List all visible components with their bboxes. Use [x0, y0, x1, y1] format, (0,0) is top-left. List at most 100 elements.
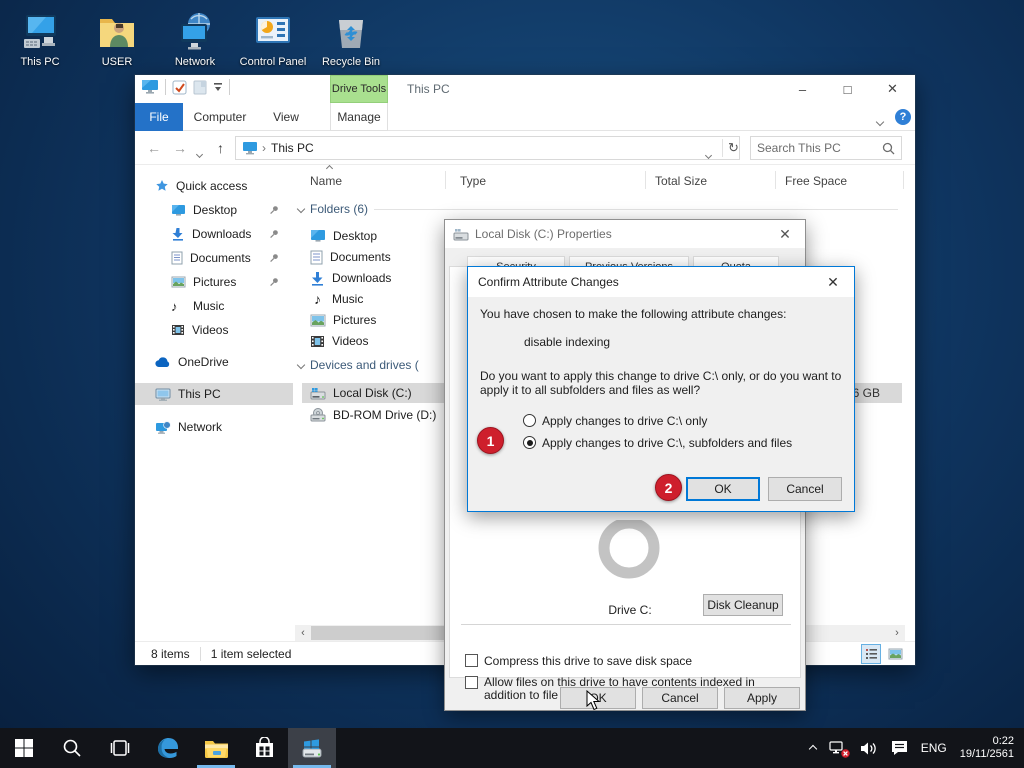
back-icon[interactable]: ←: [147, 140, 161, 156]
properties-apply-button[interactable]: Apply: [724, 687, 800, 709]
properties-dialog-title: Local Disk (C:) Properties: [475, 227, 612, 241]
qat-newfolder-icon[interactable]: [193, 80, 207, 95]
help-icon[interactable]: ?: [895, 109, 911, 125]
taskbar-clock[interactable]: 0:22 19/11/2561: [960, 735, 1014, 761]
confirm-cancel-button[interactable]: Cancel: [768, 477, 842, 501]
start-button[interactable]: [0, 728, 48, 768]
sidebar-item-this-pc[interactable]: This PC: [135, 383, 293, 405]
sidebar-item-quick-access[interactable]: Quick access: [135, 175, 293, 197]
column-header-name[interactable]: Name: [310, 167, 440, 191]
qat-customize-dropdown-icon[interactable]: [213, 82, 223, 92]
radio-drive-only-label[interactable]: Apply changes to drive C:\ only: [542, 414, 707, 428]
index-checkbox[interactable]: [465, 676, 478, 689]
scrollbar-thumb[interactable]: [311, 626, 461, 640]
expand-ribbon-icon[interactable]: [877, 114, 883, 128]
refresh-icon[interactable]: ↻: [728, 140, 739, 156]
desktop-icon-this-pc[interactable]: This PC: [3, 8, 77, 68]
file-item-videos[interactable]: Videos: [310, 331, 368, 351]
file-item-documents[interactable]: Documents: [310, 247, 391, 267]
column-header-free-space[interactable]: Free Space: [785, 167, 895, 191]
file-item-desktop[interactable]: Desktop: [310, 226, 377, 246]
tab-manage[interactable]: Manage: [330, 103, 388, 131]
drive-tools-contextual-tab[interactable]: Drive Tools: [330, 75, 388, 103]
sidebar-item-label: Network: [178, 420, 222, 434]
sidebar-item-label: OneDrive: [178, 355, 229, 369]
divider: [461, 624, 791, 625]
forward-icon[interactable]: →: [173, 140, 187, 156]
qat-properties-icon[interactable]: [172, 80, 187, 95]
details-view-button[interactable]: [861, 644, 881, 664]
store-icon[interactable]: [240, 728, 288, 768]
volume-icon[interactable]: [860, 741, 878, 756]
file-item-pictures[interactable]: Pictures: [310, 310, 376, 330]
tab-view[interactable]: View: [257, 103, 315, 131]
confirm-dialog-title: Confirm Attribute Changes: [478, 275, 619, 289]
pictures-icon: [310, 314, 326, 327]
network-globe-icon: [158, 8, 232, 54]
language-indicator[interactable]: ENG: [921, 741, 947, 755]
sidebar-item-desktop[interactable]: Desktop: [135, 199, 293, 221]
videos-icon: [171, 324, 185, 336]
radio-subfolders-label[interactable]: Apply changes to drive C:\, subfolders a…: [542, 436, 792, 450]
taskbar-drive-properties-icon[interactable]: [288, 728, 336, 768]
desktop-icon-user-folder[interactable]: USER: [80, 8, 154, 68]
confirm-ok-button[interactable]: OK: [686, 477, 760, 501]
properties-cancel-button[interactable]: Cancel: [642, 687, 718, 709]
column-header-type[interactable]: Type: [460, 167, 580, 191]
task-view-button[interactable]: [96, 728, 144, 768]
radio-subfolders[interactable]: [523, 436, 536, 449]
file-item-music[interactable]: ♪ Music: [310, 289, 363, 309]
desktop-icon-recycle-bin[interactable]: Recycle Bin: [314, 8, 388, 68]
minimize-button[interactable]: –: [780, 75, 825, 103]
disk-cleanup-button[interactable]: Disk Cleanup: [703, 594, 783, 616]
action-center-icon[interactable]: [891, 740, 908, 756]
sidebar-item-onedrive[interactable]: OneDrive: [135, 351, 293, 373]
documents-icon: [310, 250, 323, 265]
collapse-group-icon[interactable]: [297, 205, 305, 213]
tab-computer[interactable]: Computer: [183, 103, 257, 131]
sidebar-item-label: Videos: [192, 323, 228, 337]
tab-file[interactable]: File: [135, 103, 183, 131]
network-status-icon[interactable]: [829, 741, 847, 756]
sidebar-item-label: This PC: [178, 387, 221, 401]
collapse-group-icon[interactable]: [297, 361, 305, 369]
properties-dialog-titlebar: Local Disk (C:) Properties: [445, 220, 805, 248]
hidden-icons-chevron-icon[interactable]: [810, 741, 816, 755]
group-header-folders[interactable]: Folders (6): [298, 202, 898, 216]
pictures-icon: [171, 276, 186, 288]
sidebar-item-pictures[interactable]: Pictures: [135, 271, 293, 293]
large-icons-view-button[interactable]: [885, 644, 905, 664]
radio-drive-only[interactable]: [523, 414, 536, 427]
compress-label: Compress this drive to save disk space: [484, 654, 784, 668]
breadcrumb-location[interactable]: This PC: [271, 141, 314, 155]
sidebar-item-videos[interactable]: Videos: [135, 319, 293, 341]
address-dropdown-icon[interactable]: [706, 147, 711, 161]
close-icon[interactable]: ✕: [765, 220, 805, 248]
maximize-button[interactable]: □: [825, 75, 870, 103]
file-item-downloads[interactable]: Downloads: [310, 268, 391, 288]
taskbar-search-button[interactable]: [48, 728, 96, 768]
annotation-step-1: 1: [477, 427, 504, 454]
desktop-icon-control-panel[interactable]: Control Panel: [236, 8, 310, 68]
desktop-icon-label: This PC: [3, 56, 77, 68]
downloads-icon: [310, 271, 325, 286]
recent-locations-icon[interactable]: [197, 146, 202, 160]
scroll-left-icon[interactable]: ‹: [295, 625, 311, 641]
desktop-icon-label: Recycle Bin: [314, 56, 388, 68]
sidebar-item-music[interactable]: ♪ Music: [135, 295, 293, 317]
search-input[interactable]: Search This PC: [750, 136, 902, 160]
close-button[interactable]: ✕: [870, 75, 915, 103]
edge-icon[interactable]: [144, 728, 192, 768]
scroll-right-icon[interactable]: ›: [889, 625, 905, 641]
up-icon[interactable]: ↑: [217, 140, 224, 156]
file-item-bdrom-d[interactable]: BD-ROM Drive (D:): [310, 405, 436, 425]
column-header-total-size[interactable]: Total Size: [655, 167, 755, 191]
sidebar-item-network[interactable]: Network: [135, 416, 293, 438]
close-icon[interactable]: ✕: [812, 267, 854, 297]
address-bar[interactable]: › This PC ↻: [235, 136, 740, 160]
sidebar-item-downloads[interactable]: Downloads: [135, 223, 293, 245]
taskbar-file-explorer-icon[interactable]: [192, 728, 240, 768]
sidebar-item-documents[interactable]: Documents: [135, 247, 293, 269]
desktop-icon-network[interactable]: Network: [158, 8, 232, 68]
compress-checkbox[interactable]: [465, 654, 478, 667]
